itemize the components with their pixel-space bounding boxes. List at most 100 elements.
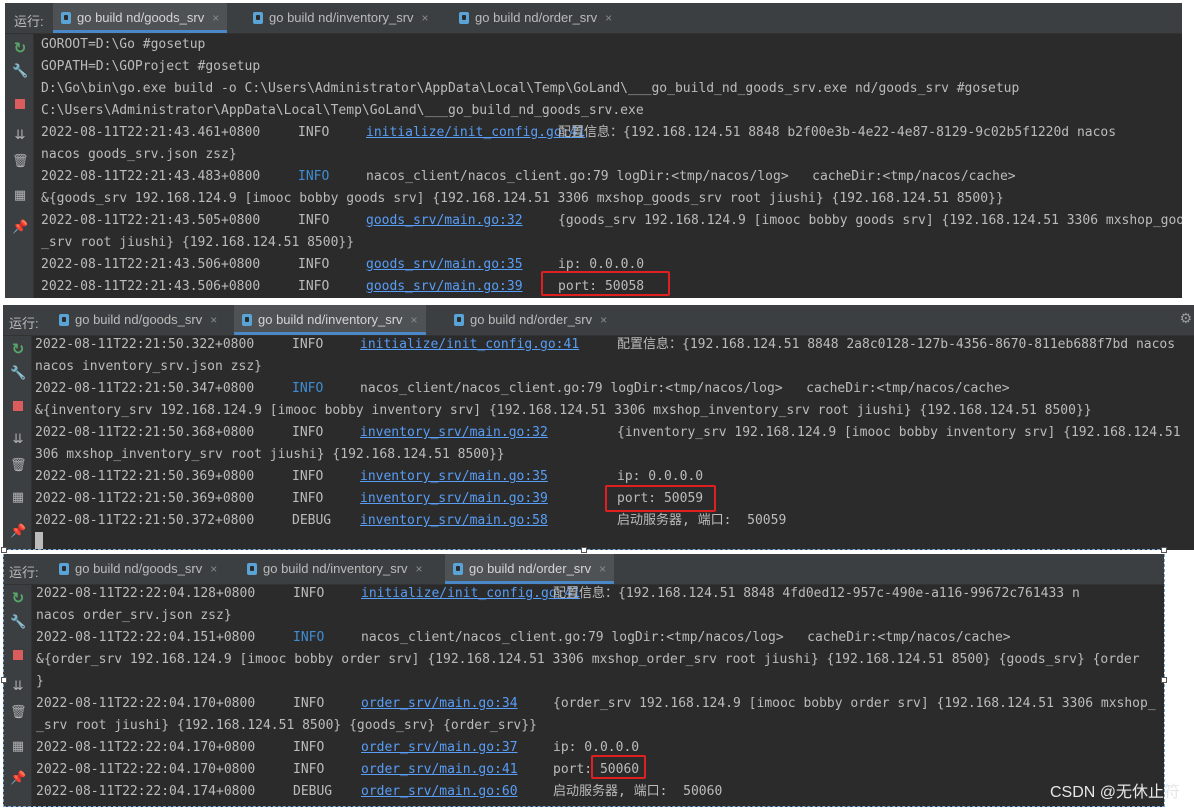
source-link[interactable]: goods_srv/main.go:39 <box>366 276 558 298</box>
log-timestamp: 2022-08-11T22:21:50.347+0800 <box>35 381 255 396</box>
log-timestamp: 2022-08-11T22:21:50.369+0800 <box>35 491 255 506</box>
log-line: 2022-08-11T22:22:04.170+0800 INFO order_sr… <box>36 693 1164 715</box>
source-link[interactable]: inventory_srv/main.go:39 <box>360 488 617 510</box>
tab-order-srv[interactable]: go build nd/order_srv × <box>445 554 615 584</box>
close-icon[interactable]: × <box>416 562 423 576</box>
run-toolbar: ↻ 🔧 ⇊ 🗑 ▦ 📌 <box>3 585 32 807</box>
close-icon[interactable]: × <box>605 11 612 25</box>
source-link[interactable]: order_srv/main.go:41 <box>361 759 553 781</box>
run-tab-bar: 运行: go build nd/goods_srv × go build nd/i… <box>5 3 1182 34</box>
log-level: DEBUG <box>293 784 333 799</box>
soft-wrap-icon[interactable]: ⇊ <box>12 128 28 144</box>
log-text: } <box>36 674 44 689</box>
trash-icon[interactable]: 🗑 <box>10 458 27 474</box>
soft-wrap-icon[interactable]: ⇊ <box>10 679 26 695</box>
run-panel-inventory: 运行: go build nd/goods_srv × go build nd/i… <box>3 305 1194 550</box>
gear-icon[interactable]: ⚙ <box>1179 311 1192 327</box>
wrench-icon[interactable]: 🔧 <box>10 366 26 382</box>
close-icon[interactable]: × <box>600 313 607 327</box>
resize-handle[interactable] <box>1 677 7 683</box>
log-line: nacos inventory_srv.json zsz} <box>35 356 1194 378</box>
tab-inventory-srv[interactable]: go build nd/inventory_srv × <box>234 305 426 335</box>
rerun-icon[interactable]: ↻ <box>10 590 26 606</box>
close-icon[interactable]: × <box>210 313 217 327</box>
trash-icon[interactable]: 🗑 <box>12 154 29 170</box>
go-file-icon <box>61 12 71 24</box>
source-link[interactable]: order_srv/main.go:60 <box>361 781 553 803</box>
tab-inventory-srv[interactable]: go build nd/inventory_srv × <box>239 554 431 584</box>
source-link[interactable]: initialize/init_config.go:41 <box>361 583 580 605</box>
wrench-icon[interactable]: 🔧 <box>12 64 28 80</box>
tab-label: go build nd/order_srv <box>469 561 592 576</box>
log-text: GOROOT=D:\Go #gosetup <box>41 37 206 52</box>
source-link[interactable]: inventory_srv/main.go:58 <box>360 510 617 532</box>
log-level: INFO <box>298 125 330 140</box>
source-link[interactable]: order_srv/main.go:37 <box>361 737 553 759</box>
log-level: INFO <box>292 491 324 506</box>
tab-label: go build nd/goods_srv <box>77 10 205 25</box>
close-icon[interactable]: × <box>210 562 217 576</box>
log-line: 2022-08-11T22:21:50.368+0800 INFO inventor… <box>35 422 1194 444</box>
log-timestamp: 2022-08-11T22:22:04.151+0800 <box>36 630 256 645</box>
tab-order-srv[interactable]: go build nd/order_srv × <box>451 3 620 33</box>
layout-icon[interactable]: ▦ <box>12 188 28 204</box>
log-timestamp: 2022-08-11T22:22:04.170+0800 <box>36 740 256 755</box>
layout-icon[interactable]: ▦ <box>10 739 26 755</box>
rerun-icon[interactable]: ↻ <box>12 40 28 56</box>
port-highlight <box>541 271 670 296</box>
tab-label: go build nd/inventory_srv <box>269 10 414 25</box>
log-line: 2022-08-11T22:21:50.347+0800 INFO nacos_cl… <box>35 378 1194 400</box>
stop-icon[interactable] <box>10 647 26 663</box>
tab-label: go build nd/inventory_srv <box>263 561 408 576</box>
resize-handle[interactable] <box>1161 677 1167 683</box>
pin-icon[interactable]: 📌 <box>10 771 26 787</box>
source-link[interactable]: goods_srv/main.go:32 <box>366 210 558 232</box>
log-level: INFO <box>292 337 324 352</box>
log-message: {order_srv 192.168.124.9 [imooc bobby or… <box>553 696 1156 711</box>
source-link[interactable]: initialize/init_config.go:41 <box>366 122 585 144</box>
run-panel-order: 运行: go build nd/goods_srv × go build nd/i… <box>3 554 1164 807</box>
log-level: INFO <box>293 762 325 777</box>
rerun-icon[interactable]: ↻ <box>10 341 26 357</box>
log-line: D:\Go\bin\go.exe build -o C:\Users\Admin… <box>41 78 1182 100</box>
wrench-icon[interactable]: 🔧 <box>10 615 26 631</box>
source-link[interactable]: order_srv/main.go:34 <box>361 693 553 715</box>
log-timestamp: 2022-08-11T22:21:43.483+0800 <box>41 169 261 184</box>
source-link[interactable]: inventory_srv/main.go:35 <box>360 466 617 488</box>
source-link[interactable]: initialize/init_config.go:41 <box>360 334 617 356</box>
close-icon[interactable]: × <box>599 562 606 576</box>
log-message: 配置信息：{192.168.124.51 8848 2a8c0128-127b-… <box>617 337 1176 352</box>
tab-goods-srv[interactable]: go build nd/goods_srv × <box>51 305 225 335</box>
close-icon[interactable]: × <box>411 313 418 327</box>
tab-label: go build nd/inventory_srv <box>258 312 403 327</box>
tab-goods-srv[interactable]: go build nd/goods_srv × <box>53 3 228 33</box>
stop-icon[interactable] <box>12 96 28 112</box>
pin-icon[interactable]: 📌 <box>12 220 28 236</box>
log-line: nacos order_srv.json zsz} <box>36 605 1164 627</box>
log-level: INFO <box>292 469 324 484</box>
source-link[interactable]: goods_srv/main.go:35 <box>366 254 558 276</box>
tab-label: go build nd/order_srv <box>470 312 593 327</box>
log-text: &{inventory_srv 192.168.124.9 [imooc bob… <box>35 403 1092 418</box>
stop-icon[interactable] <box>10 398 26 414</box>
close-icon[interactable]: × <box>422 11 429 25</box>
tab-order-srv[interactable]: go build nd/order_srv × <box>446 305 615 335</box>
run-label: 运行: <box>9 316 39 331</box>
trash-icon[interactable]: 🗑 <box>10 705 27 721</box>
resize-handle[interactable] <box>1161 547 1167 553</box>
layout-icon[interactable]: ▦ <box>10 490 26 506</box>
log-text: _srv root jiushi} {192.168.124.51 8500} … <box>36 718 537 733</box>
log-level: INFO <box>293 740 325 755</box>
resize-handle[interactable] <box>581 547 587 553</box>
log-text: &{order_srv 192.168.124.9 [imooc bobby o… <box>36 652 1140 667</box>
log-timestamp: 2022-08-11T22:21:50.372+0800 <box>35 513 255 528</box>
log-line: 2022-08-11T22:21:50.322+0800 INFO initiali… <box>35 334 1194 356</box>
close-icon[interactable]: × <box>212 11 219 25</box>
tab-goods-srv[interactable]: go build nd/goods_srv × <box>51 554 225 584</box>
source-link[interactable]: inventory_srv/main.go:32 <box>360 422 617 444</box>
soft-wrap-icon[interactable]: ⇊ <box>10 432 26 448</box>
resize-handle[interactable] <box>1 547 7 553</box>
tab-inventory-srv[interactable]: go build nd/inventory_srv × <box>245 3 437 33</box>
pin-icon[interactable]: 📌 <box>10 524 26 540</box>
run-label: 运行: <box>14 14 44 29</box>
